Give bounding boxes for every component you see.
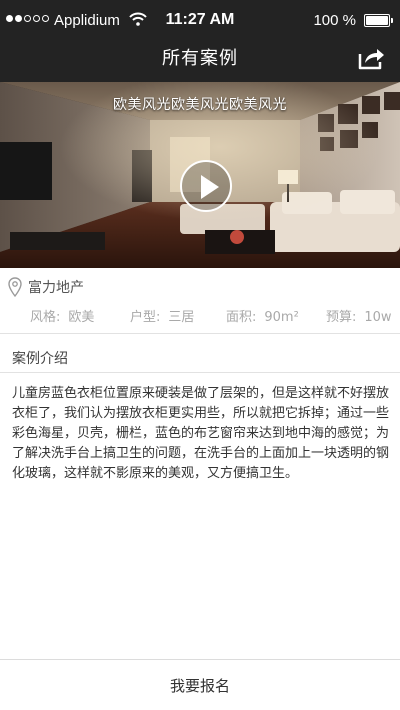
spec-style: 风格: 欧美 bbox=[30, 306, 94, 325]
navigation-bar: 所有案例 bbox=[0, 40, 400, 82]
signup-button[interactable]: 我要报名 bbox=[0, 659, 400, 710]
share-button[interactable] bbox=[356, 42, 386, 72]
app-screen: Applidium 11:27 AM 100 % 所有案例 欧美风光欧美风光欧美… bbox=[0, 0, 400, 710]
divider bbox=[0, 372, 400, 373]
spec-budget-label: 预算: bbox=[326, 310, 357, 325]
spec-area-value: 90m² bbox=[264, 310, 299, 325]
spec-layout-label: 户型: bbox=[130, 310, 161, 325]
spec-style-label: 风格: bbox=[30, 310, 61, 325]
battery-fill bbox=[366, 16, 388, 25]
section-title: 案例介绍 bbox=[12, 351, 68, 367]
play-button[interactable] bbox=[180, 160, 232, 212]
page-title: 所有案例 bbox=[162, 48, 238, 69]
status-bar: Applidium 11:27 AM 100 % bbox=[0, 0, 400, 40]
spec-layout-value: 三居 bbox=[168, 310, 195, 325]
spec-area: 面积: 90m² bbox=[226, 306, 299, 325]
spec-budget: 预算: 10w bbox=[326, 306, 392, 325]
hero-caption: 欧美风光欧美风光欧美风光 bbox=[113, 97, 287, 113]
play-icon bbox=[201, 175, 219, 199]
battery-icon bbox=[364, 14, 393, 27]
case-hero-image[interactable]: 欧美风光欧美风光欧美风光 bbox=[0, 82, 400, 268]
spec-layout: 户型: 三居 bbox=[130, 306, 194, 325]
spec-budget-value: 10w bbox=[364, 310, 392, 325]
case-specs: 风格: 欧美 户型: 三居 面积: 90m² 预算: 10w bbox=[0, 306, 400, 325]
location-pin-icon bbox=[8, 277, 22, 297]
case-description: 儿童房蓝色衣柜位置原来硬装是做了层架的，但是这样就不好摆放衣柜了，我们认为摆放衣… bbox=[12, 386, 390, 481]
location-name: 富力地产 bbox=[28, 280, 84, 296]
share-icon bbox=[358, 49, 384, 70]
divider bbox=[0, 333, 400, 334]
spec-style-value: 欧美 bbox=[68, 310, 95, 325]
location-row: 富力地产 bbox=[8, 276, 84, 298]
spec-area-label: 面积: bbox=[226, 310, 257, 325]
battery-percentage: 100 % bbox=[313, 12, 356, 29]
